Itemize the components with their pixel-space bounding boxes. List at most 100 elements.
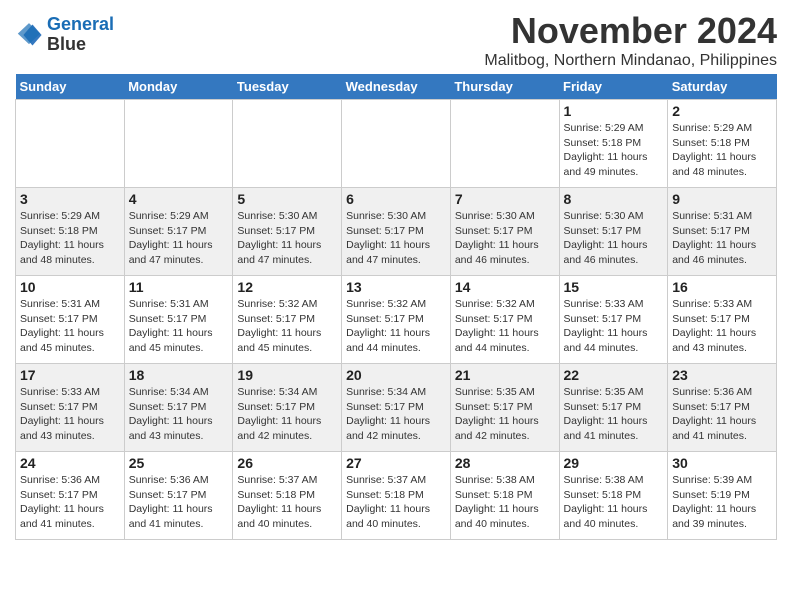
day-info: Sunrise: 5:29 AM Sunset: 5:18 PM Dayligh… xyxy=(20,209,120,268)
day-info: Sunrise: 5:31 AM Sunset: 5:17 PM Dayligh… xyxy=(672,209,772,268)
calendar-cell: 20Sunrise: 5:34 AM Sunset: 5:17 PM Dayli… xyxy=(342,364,451,452)
calendar-cell: 10 Sunrise: 5:31 AM Sunset: 5:17 PM Dayli… xyxy=(16,276,125,364)
day-number: 9 xyxy=(672,191,772,207)
day-number: 21 xyxy=(455,367,555,383)
day-number: 1 xyxy=(564,103,664,119)
day-number: 12 xyxy=(237,279,337,295)
calendar-cell: 4 Sunrise: 5:29 AM Sunset: 5:17 PM Daylig… xyxy=(124,188,233,276)
week-row-1: 1 Sunrise: 5:29 AM Sunset: 5:18 PM Daylig… xyxy=(16,100,777,188)
calendar-cell: 1 Sunrise: 5:29 AM Sunset: 5:18 PM Daylig… xyxy=(559,100,668,188)
day-number: 10 xyxy=(20,279,120,295)
calendar-cell: 22Sunrise: 5:35 AM Sunset: 5:17 PM Dayli… xyxy=(559,364,668,452)
day-info: Sunrise: 5:36 AM Sunset: 5:17 PM Dayligh… xyxy=(20,473,120,532)
calendar-cell: 14 Sunrise: 5:32 AM Sunset: 5:17 PM Dayli… xyxy=(450,276,559,364)
day-number: 27 xyxy=(346,455,446,471)
week-row-4: 17 Sunrise: 5:33 AM Sunset: 5:17 PM Dayli… xyxy=(16,364,777,452)
calendar-cell: 27 Sunrise: 5:37 AM Sunset: 5:18 PM Dayli… xyxy=(342,452,451,540)
calendar-cell: 13Sunrise: 5:32 AM Sunset: 5:17 PM Dayli… xyxy=(342,276,451,364)
day-info: Sunrise: 5:30 AM Sunset: 5:17 PM Dayligh… xyxy=(346,209,446,268)
logo: General Blue xyxy=(15,15,114,55)
day-info: Sunrise: 5:34 AM Sunset: 5:17 PM Dayligh… xyxy=(129,385,229,444)
day-number: 15 xyxy=(564,279,664,295)
day-info: Sunrise: 5:30 AM Sunset: 5:17 PM Dayligh… xyxy=(564,209,664,268)
logo-text: General Blue xyxy=(47,15,114,55)
day-info: Sunrise: 5:32 AM Sunset: 5:17 PM Dayligh… xyxy=(455,297,555,356)
calendar-cell xyxy=(342,100,451,188)
day-number: 26 xyxy=(237,455,337,471)
weekday-header-saturday: Saturday xyxy=(668,74,777,100)
calendar-cell: 18 Sunrise: 5:34 AM Sunset: 5:17 PM Dayli… xyxy=(124,364,233,452)
calendar-cell xyxy=(16,100,125,188)
day-info: Sunrise: 5:38 AM Sunset: 5:18 PM Dayligh… xyxy=(455,473,555,532)
day-info: Sunrise: 5:29 AM Sunset: 5:17 PM Dayligh… xyxy=(129,209,229,268)
day-info: Sunrise: 5:30 AM Sunset: 5:17 PM Dayligh… xyxy=(237,209,337,268)
calendar-cell: 6 Sunrise: 5:30 AM Sunset: 5:17 PM Daylig… xyxy=(342,188,451,276)
week-row-3: 10 Sunrise: 5:31 AM Sunset: 5:17 PM Dayli… xyxy=(16,276,777,364)
day-number: 2 xyxy=(672,103,772,119)
day-number: 13 xyxy=(346,279,446,295)
calendar-cell: 29Sunrise: 5:38 AM Sunset: 5:18 PM Dayli… xyxy=(559,452,668,540)
week-row-5: 24 Sunrise: 5:36 AM Sunset: 5:17 PM Dayli… xyxy=(16,452,777,540)
weekday-header-row: SundayMondayTuesdayWednesdayThursdayFrid… xyxy=(16,74,777,100)
day-number: 29 xyxy=(564,455,664,471)
calendar-cell: 26 Sunrise: 5:37 AM Sunset: 5:18 PM Dayli… xyxy=(233,452,342,540)
calendar-cell: 8Sunrise: 5:30 AM Sunset: 5:17 PM Daylig… xyxy=(559,188,668,276)
day-number: 14 xyxy=(455,279,555,295)
day-info: Sunrise: 5:37 AM Sunset: 5:18 PM Dayligh… xyxy=(346,473,446,532)
logo-icon xyxy=(15,21,43,49)
calendar-cell: 19 Sunrise: 5:34 AM Sunset: 5:17 PM Dayli… xyxy=(233,364,342,452)
calendar-cell: 9 Sunrise: 5:31 AM Sunset: 5:17 PM Daylig… xyxy=(668,188,777,276)
day-number: 6 xyxy=(346,191,446,207)
day-number: 30 xyxy=(672,455,772,471)
week-row-2: 3 Sunrise: 5:29 AM Sunset: 5:18 PM Daylig… xyxy=(16,188,777,276)
day-info: Sunrise: 5:29 AM Sunset: 5:18 PM Dayligh… xyxy=(564,121,664,180)
weekday-header-monday: Monday xyxy=(124,74,233,100)
calendar-cell xyxy=(233,100,342,188)
day-info: Sunrise: 5:30 AM Sunset: 5:17 PM Dayligh… xyxy=(455,209,555,268)
calendar-cell: 15Sunrise: 5:33 AM Sunset: 5:17 PM Dayli… xyxy=(559,276,668,364)
day-info: Sunrise: 5:31 AM Sunset: 5:17 PM Dayligh… xyxy=(129,297,229,356)
day-number: 3 xyxy=(20,191,120,207)
day-number: 25 xyxy=(129,455,229,471)
calendar-cell: 2Sunrise: 5:29 AM Sunset: 5:18 PM Daylig… xyxy=(668,100,777,188)
calendar-cell: 12Sunrise: 5:32 AM Sunset: 5:17 PM Dayli… xyxy=(233,276,342,364)
calendar-cell: 17 Sunrise: 5:33 AM Sunset: 5:17 PM Dayli… xyxy=(16,364,125,452)
day-number: 4 xyxy=(129,191,229,207)
calendar-cell: 25Sunrise: 5:36 AM Sunset: 5:17 PM Dayli… xyxy=(124,452,233,540)
month-title: November 2024 xyxy=(484,10,777,52)
calendar-cell: 16 Sunrise: 5:33 AM Sunset: 5:17 PM Dayli… xyxy=(668,276,777,364)
weekday-header-thursday: Thursday xyxy=(450,74,559,100)
calendar-cell: 24 Sunrise: 5:36 AM Sunset: 5:17 PM Dayli… xyxy=(16,452,125,540)
calendar-cell: 23 Sunrise: 5:36 AM Sunset: 5:17 PM Dayli… xyxy=(668,364,777,452)
day-number: 17 xyxy=(20,367,120,383)
calendar-cell: 3 Sunrise: 5:29 AM Sunset: 5:18 PM Daylig… xyxy=(16,188,125,276)
location-title: Malitbog, Northern Mindanao, Philippines xyxy=(484,52,777,70)
day-info: Sunrise: 5:37 AM Sunset: 5:18 PM Dayligh… xyxy=(237,473,337,532)
day-info: Sunrise: 5:33 AM Sunset: 5:17 PM Dayligh… xyxy=(672,297,772,356)
day-number: 23 xyxy=(672,367,772,383)
weekday-header-tuesday: Tuesday xyxy=(233,74,342,100)
day-info: Sunrise: 5:31 AM Sunset: 5:17 PM Dayligh… xyxy=(20,297,120,356)
day-info: Sunrise: 5:36 AM Sunset: 5:17 PM Dayligh… xyxy=(672,385,772,444)
day-number: 5 xyxy=(237,191,337,207)
calendar-cell: 5 Sunrise: 5:30 AM Sunset: 5:17 PM Daylig… xyxy=(233,188,342,276)
day-info: Sunrise: 5:39 AM Sunset: 5:19 PM Dayligh… xyxy=(672,473,772,532)
day-number: 20 xyxy=(346,367,446,383)
day-number: 19 xyxy=(237,367,337,383)
day-number: 24 xyxy=(20,455,120,471)
weekday-header-sunday: Sunday xyxy=(16,74,125,100)
calendar-cell xyxy=(450,100,559,188)
weekday-header-friday: Friday xyxy=(559,74,668,100)
day-info: Sunrise: 5:35 AM Sunset: 5:17 PM Dayligh… xyxy=(455,385,555,444)
day-number: 22 xyxy=(564,367,664,383)
calendar-cell: 11 Sunrise: 5:31 AM Sunset: 5:17 PM Dayli… xyxy=(124,276,233,364)
day-number: 18 xyxy=(129,367,229,383)
day-number: 7 xyxy=(455,191,555,207)
header: General Blue November 2024 Malitbog, Nor… xyxy=(15,10,777,70)
day-info: Sunrise: 5:34 AM Sunset: 5:17 PM Dayligh… xyxy=(237,385,337,444)
day-number: 28 xyxy=(455,455,555,471)
day-number: 11 xyxy=(129,279,229,295)
day-info: Sunrise: 5:33 AM Sunset: 5:17 PM Dayligh… xyxy=(20,385,120,444)
day-number: 16 xyxy=(672,279,772,295)
calendar-cell: 21 Sunrise: 5:35 AM Sunset: 5:17 PM Dayli… xyxy=(450,364,559,452)
